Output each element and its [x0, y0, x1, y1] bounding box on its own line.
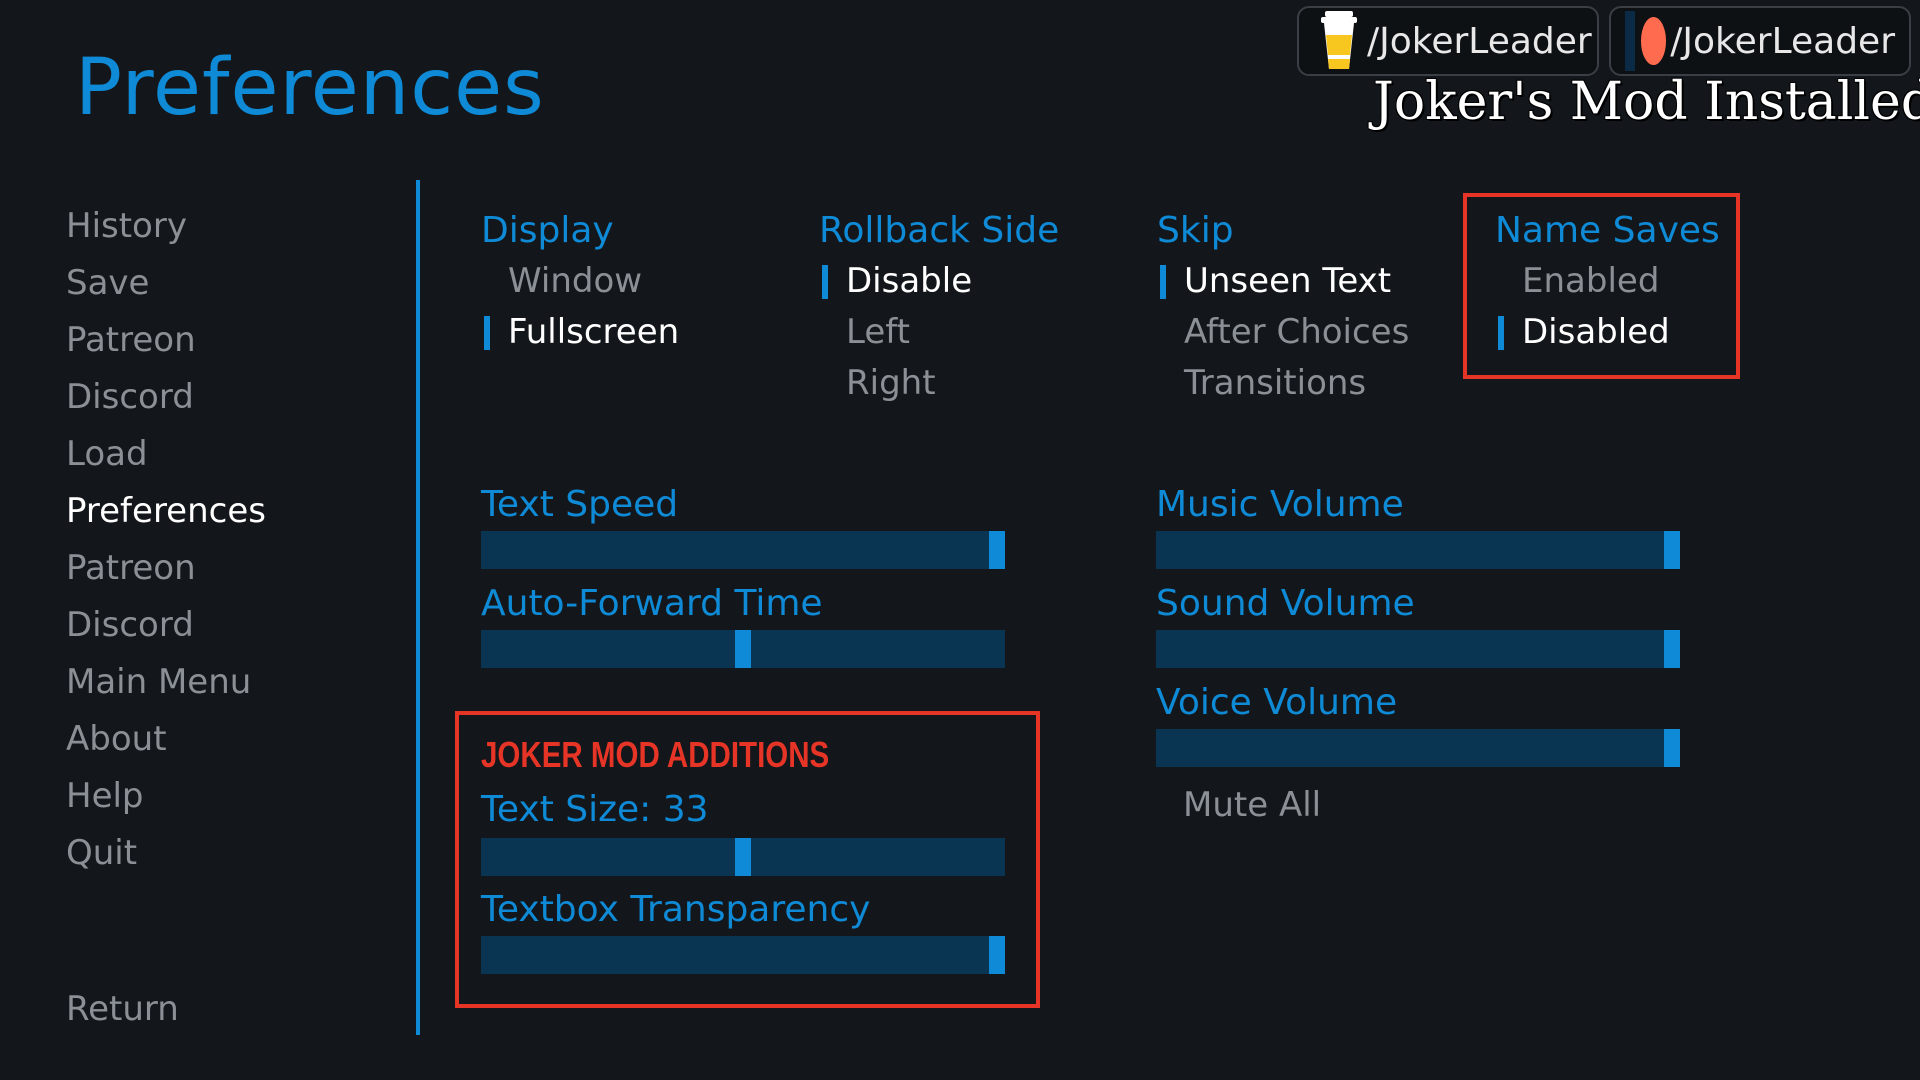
nav-preferences[interactable]: Preferences: [66, 491, 266, 531]
text-size-slider[interactable]: [481, 838, 1005, 876]
textbox-transparency-slider-thumb[interactable]: [989, 936, 1005, 974]
name-saves-enabled-option[interactable]: Enabled: [1522, 259, 1659, 303]
text-size-slider-thumb[interactable]: [735, 838, 751, 876]
nav-about[interactable]: About: [66, 719, 167, 759]
rollback-disable-option[interactable]: Disable: [821, 259, 972, 303]
rollback-right-option[interactable]: Right: [846, 361, 936, 405]
nav-return[interactable]: Return: [66, 989, 179, 1029]
display-fullscreen-option[interactable]: Fullscreen: [483, 310, 679, 354]
voice-volume-label: Voice Volume: [1156, 682, 1398, 723]
voice-volume-slider-thumb[interactable]: [1664, 729, 1680, 767]
display-title: Display: [481, 210, 614, 251]
text-size-label: Text Size: 33: [481, 789, 709, 830]
auto-forward-time-label: Auto-Forward Time: [481, 583, 823, 624]
discord-badge-text: /JokerLeader: [1670, 20, 1895, 62]
skip-title: Skip: [1157, 210, 1234, 251]
discord-badge[interactable]: /JokerLeader: [1609, 6, 1911, 76]
mute-all-option[interactable]: Mute All: [1183, 783, 1321, 827]
rollback-left-option[interactable]: Left: [846, 310, 910, 354]
nav-history[interactable]: History: [66, 206, 187, 246]
nav-divider: [416, 180, 420, 1035]
music-volume-slider[interactable]: [1156, 531, 1680, 569]
rollback-side-title: Rollback Side: [819, 210, 1060, 251]
sound-volume-slider[interactable]: [1156, 630, 1680, 668]
mod-additions-heading: JOKER MOD ADDITIONS: [481, 734, 830, 775]
patreon-badge[interactable]: /JokerLeader: [1297, 6, 1599, 76]
display-window-option[interactable]: Window: [508, 259, 642, 303]
nav-save[interactable]: Save: [66, 263, 149, 303]
auto-forward-time-slider-thumb[interactable]: [735, 630, 751, 668]
nav-main-menu[interactable]: Main Menu: [66, 662, 251, 702]
skip-transitions-option[interactable]: Transitions: [1184, 361, 1366, 405]
discord-icon: [1625, 11, 1667, 71]
voice-volume-slider[interactable]: [1156, 729, 1680, 767]
nav-load[interactable]: Load: [66, 434, 148, 474]
patreon-badge-text: /JokerLeader: [1367, 20, 1592, 62]
textbox-transparency-slider[interactable]: [481, 936, 1005, 974]
nav-quit[interactable]: Quit: [66, 833, 137, 873]
nav-discord[interactable]: Discord: [66, 377, 194, 417]
nav-patreon[interactable]: Patreon: [66, 320, 196, 360]
name-saves-title: Name Saves: [1495, 210, 1720, 251]
text-speed-label: Text Speed: [481, 484, 679, 525]
sound-volume-label: Sound Volume: [1156, 583, 1415, 624]
skip-after-choices-option[interactable]: After Choices: [1184, 310, 1409, 354]
textbox-transparency-label: Textbox Transparency: [481, 889, 871, 930]
preferences-screen: Preferences /JokerLeader /JokerLeader Jo…: [0, 0, 1920, 1080]
nav-help[interactable]: Help: [66, 776, 144, 816]
music-volume-slider-thumb[interactable]: [1664, 531, 1680, 569]
mod-installed-label: Joker's Mod Installed: [1373, 72, 1920, 132]
nav-discord-2[interactable]: Discord: [66, 605, 194, 645]
text-speed-slider[interactable]: [481, 531, 1005, 569]
auto-forward-time-slider[interactable]: [481, 630, 1005, 668]
text-speed-slider-thumb[interactable]: [989, 531, 1005, 569]
nav-patreon-2[interactable]: Patreon: [66, 548, 196, 588]
page-title: Preferences: [75, 43, 545, 133]
coffee-cup-icon: [1319, 11, 1359, 71]
music-volume-label: Music Volume: [1156, 484, 1404, 525]
skip-unseen-text-option[interactable]: Unseen Text: [1159, 259, 1391, 303]
name-saves-disabled-option[interactable]: Disabled: [1498, 310, 1670, 354]
sound-volume-slider-thumb[interactable]: [1664, 630, 1680, 668]
